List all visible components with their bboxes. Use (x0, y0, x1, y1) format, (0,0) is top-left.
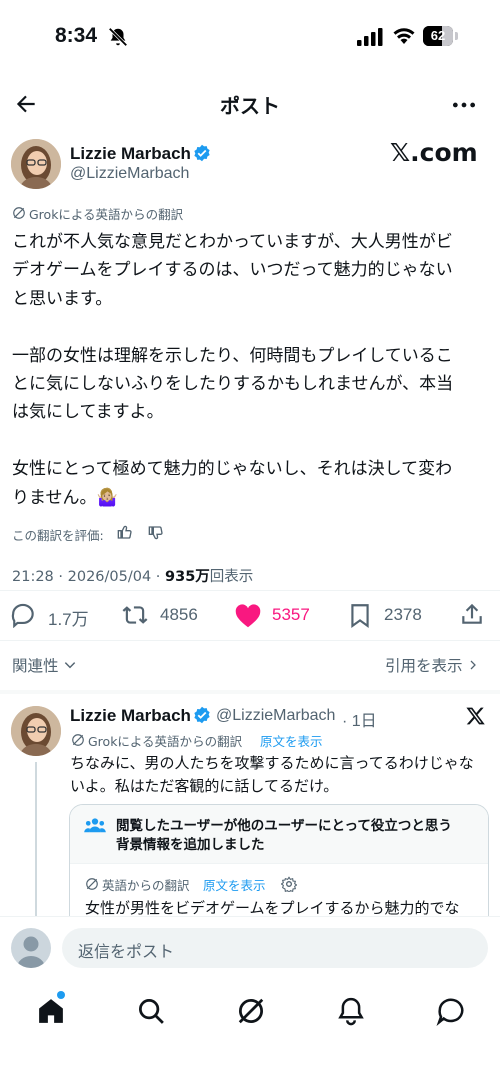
reply-author-avatar[interactable] (11, 706, 61, 756)
post-body-line: デオゲームをプレイするのは、いつだって魅力的じゃない (12, 260, 453, 281)
users-icon (84, 818, 106, 833)
bookmark-icon[interactable] (347, 602, 373, 628)
cellular-signal-icon (357, 28, 383, 46)
post-action-bar: 1.7万 4856 5357 2378 (0, 600, 500, 630)
grok-icon (72, 734, 84, 746)
sort-relevance-button[interactable]: 関連性 (12, 654, 77, 676)
post-view-suffix: 回表示 (209, 569, 254, 585)
thumbs-up-icon[interactable] (117, 524, 133, 540)
reply-count[interactable]: 1.7万 (48, 605, 89, 630)
post-body-line: 女性にとって極めて魅力的じゃないし、それは決して変わ (12, 459, 453, 480)
divider (0, 590, 500, 591)
view-quotes-button[interactable]: 引用を表示 (385, 654, 479, 676)
post-body-line: これが不人気な意見だとわかっていますが、大人男性がビ (12, 232, 453, 252)
post-body-line: は気にしてますよ。 (12, 402, 164, 423)
post-body-line: 一部の女性は理解を示したり、何時間もプレイしているこ (12, 345, 453, 366)
divider (70, 863, 488, 864)
community-note-body: 女性が男性をビデオゲームをプレイするから魅力的でな (85, 899, 460, 917)
post-body: これが不人気な意見だとわかっていますが、大人男性がビ デオゲームをプレイするのは… (12, 228, 492, 512)
chevron-right-icon (471, 660, 477, 670)
notifications-bell-icon[interactable] (336, 996, 366, 1026)
current-user-avatar[interactable] (11, 928, 51, 968)
chevron-down-icon (65, 662, 76, 669)
wifi-icon (393, 28, 415, 44)
battery-tip (455, 32, 458, 40)
thread-line (35, 762, 37, 922)
battery-icon: 62 (423, 26, 453, 46)
reply-body-line: いよ。私はただ客観的に話してるだけ。 (70, 776, 339, 795)
share-icon[interactable] (459, 601, 485, 627)
like-count[interactable]: 5357 (272, 605, 310, 625)
repost-count[interactable]: 4856 (160, 605, 198, 625)
reply-input[interactable]: 返信をポスト (62, 928, 488, 968)
repost-icon[interactable] (121, 602, 149, 628)
post-body-spacer (12, 427, 492, 455)
post-meta: 21:28 · 2026/05/04 · 935万回表示 (12, 565, 253, 586)
community-note-title-line: 背景情報を追加しました (116, 837, 265, 853)
more-options-icon[interactable] (451, 92, 477, 118)
post-view-count: 935万 (165, 569, 210, 585)
status-time: 8:34 (55, 24, 98, 47)
reply-composer: 返信をポスト (0, 928, 500, 978)
page-title: ポスト (220, 94, 280, 118)
community-note-title-line: 閲覧したユーザーが他のユーザーにとって役立つと思う (116, 818, 452, 834)
rate-translation-label: この翻訳を評価: (12, 528, 104, 543)
verified-badge-icon (194, 706, 210, 724)
x-logo-icon (466, 707, 485, 725)
messages-icon[interactable] (436, 996, 466, 1026)
section-divider (0, 690, 500, 694)
community-note-translation-label: 英語からの翻訳 (102, 878, 190, 893)
reply-body: ちなみに、男の人たちを攻撃するために言ってるわけじゃな いよ。私はただ客観的に話… (70, 752, 495, 797)
post-body-spacer (12, 313, 492, 341)
post-body-line: と思います。 (12, 288, 113, 309)
top-nav: ポスト (0, 82, 500, 126)
divider (0, 640, 500, 641)
home-icon[interactable] (36, 996, 66, 1026)
grok-icon (86, 878, 98, 890)
community-note-title: 閲覧したユーザーが他のユーザーにとって役立つと思う 背景情報を追加しました (116, 817, 452, 855)
brand-watermark: 𝕏.com (390, 138, 478, 167)
community-note-header: 閲覧したユーザーが他のユーザーにとって役立つと思う 背景情報を追加しました (70, 805, 488, 863)
bottom-tab-bar (0, 988, 500, 1084)
post-author-handle[interactable]: @LizzieMarbach (70, 165, 189, 183)
reply-translation-label: Grokによる英語からの翻訳 (88, 734, 243, 749)
view-quotes-label: 引用を表示 (385, 657, 463, 675)
battery-level: 62 (430, 28, 446, 43)
post-timestamp[interactable]: 21:28 · 2026/05/04 · (12, 569, 165, 585)
verified-badge-icon (194, 144, 210, 162)
reply-body-line: ちなみに、男の人たちを攻撃するために言ってるわけじゃな (70, 754, 474, 772)
post-body-line: りません。🤷🏼‍♀️ (12, 487, 118, 508)
thumbs-down-icon[interactable] (148, 525, 164, 541)
bookmark-count[interactable]: 2378 (384, 605, 422, 625)
gear-icon[interactable] (281, 876, 297, 892)
bell-muted-icon (108, 27, 128, 47)
post-body-line: とに気にしないふりをしたりするかもしれませんが、本当 (12, 374, 454, 395)
reply-show-original-link[interactable]: 原文を表示 (260, 731, 323, 750)
status-bar: 8:34 62 (0, 0, 500, 74)
grok-icon (13, 207, 25, 219)
translation-label: Grokによる英語からの翻訳 (29, 207, 184, 222)
search-icon[interactable] (136, 996, 166, 1026)
reply-author-handle[interactable]: @LizzieMarbach (216, 707, 335, 725)
grok-tab-icon[interactable] (236, 996, 266, 1026)
sort-relevance-label: 関連性 (12, 657, 59, 675)
home-notification-dot (57, 991, 65, 999)
like-heart-icon[interactable] (234, 602, 262, 628)
post-author-avatar[interactable] (11, 139, 61, 189)
community-note-show-original-link[interactable]: 原文を表示 (203, 875, 266, 894)
reply-icon[interactable] (11, 602, 37, 628)
reply-time: · 1日 (342, 713, 377, 730)
post-author-name[interactable]: Lizzie Marbach (70, 144, 191, 164)
reply-author-name[interactable]: Lizzie Marbach (70, 706, 191, 726)
